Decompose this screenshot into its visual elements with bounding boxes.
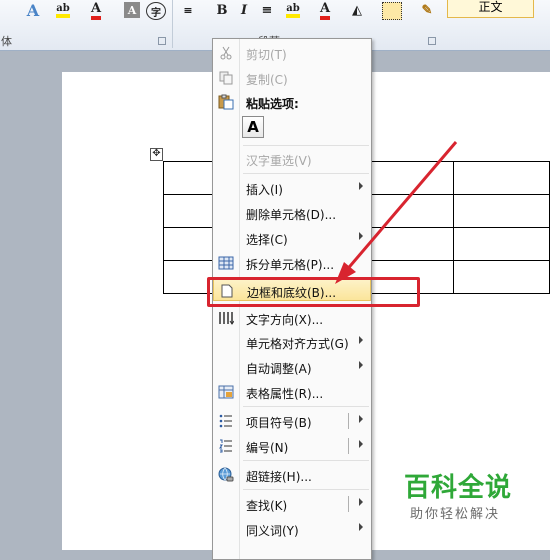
watermark-logo: 百科全说 助你轻松解决 — [398, 465, 528, 525]
watermark-subtitle: 助你轻松解决 — [410, 507, 501, 522]
watermark-title: 百科全说 — [404, 473, 513, 503]
